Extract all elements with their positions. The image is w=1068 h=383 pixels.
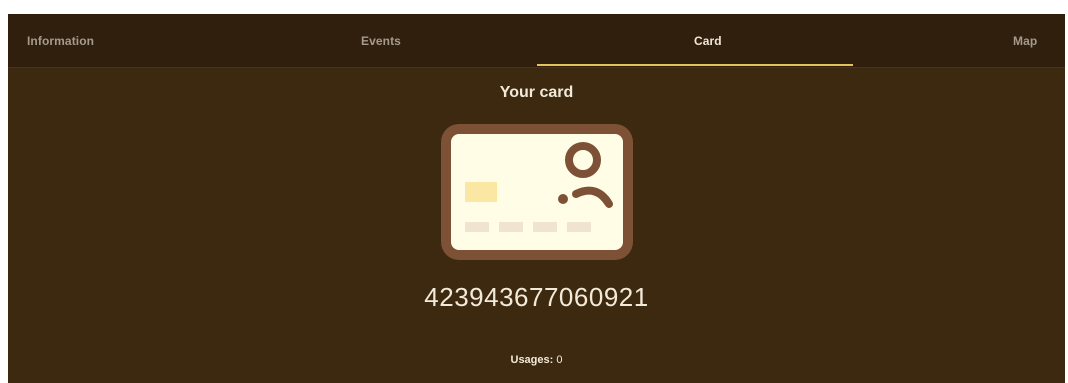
id-card-icon [441,124,633,260]
usages-text: Usages: 0 [8,354,1065,366]
tab-map[interactable]: Map [1013,14,1037,67]
tab-events[interactable]: Events [361,14,401,67]
tab-information[interactable]: Information [27,14,94,67]
usages-label: Usages: [510,354,554,366]
usages-value: 0 [556,354,563,366]
page-title: Your card [499,84,574,101]
tab-card[interactable]: Card [694,14,722,67]
app-frame: Information Events Card Map Your card 42… [8,14,1065,383]
tab-bar: Information Events Card Map [8,14,1065,68]
card-number: 423943677060921 [424,282,649,312]
active-tab-indicator [537,64,853,66]
